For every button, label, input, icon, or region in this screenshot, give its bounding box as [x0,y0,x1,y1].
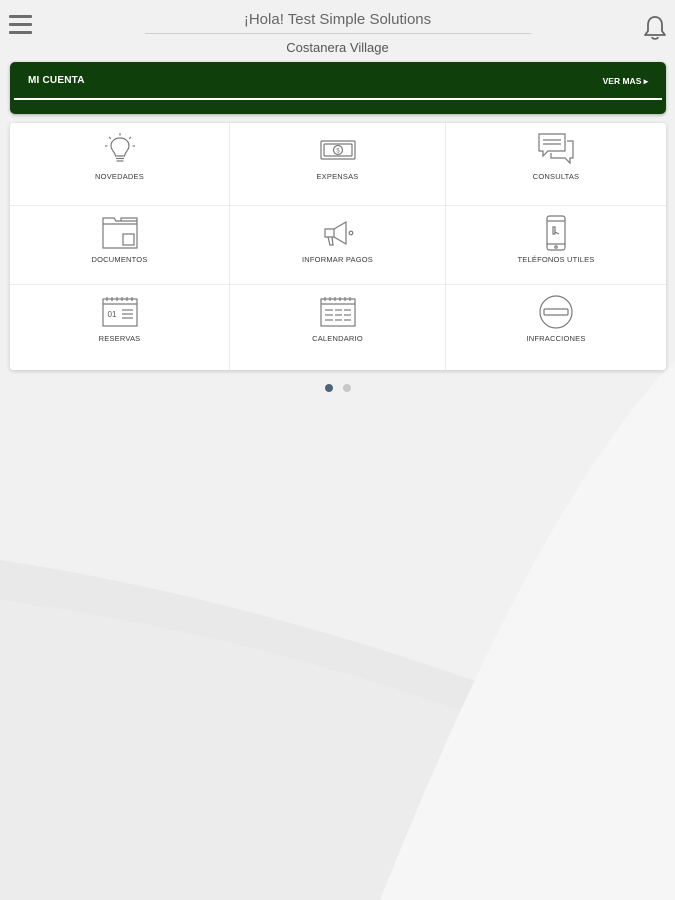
page-indicator [0,379,675,397]
menu-item-label: TELÉFONOS UTILES [517,255,595,264]
menu-grid: NOVEDADES $ EXPENSAS CONSULTAS DOCUMENTO… [10,123,666,370]
greeting-text: ¡Hola! Test Simple Solutions [243,11,432,28]
banknote-icon: $ [319,140,356,160]
phone-icon [546,215,566,251]
account-divider [14,98,662,100]
menu-item-label: DOCUMENTOS [91,255,148,264]
menu-item-expensas[interactable]: $ EXPENSAS [230,123,446,206]
menu-item-label: EXPENSAS [316,172,359,181]
app-header: ¡Hola! Test Simple Solutions Costanera V… [0,0,675,62]
svg-text:01: 01 [107,310,116,319]
page-dot[interactable] [324,384,333,392]
calendar-icon [319,297,356,327]
my-account-bar[interactable]: MI CUENTA VER MAS ▸ [10,62,666,114]
menu-item-informar-pagos[interactable]: INFORMAR PAGOS [230,206,446,285]
menu-item-telefonos-utiles[interactable]: TELÉFONOS UTILES [446,206,666,285]
reservation-calendar-icon: 01 [101,297,138,327]
no-entry-icon [539,295,573,329]
folder-icon [101,217,138,249]
menu-item-documentos[interactable]: DOCUMENTOS [10,206,230,285]
bell-icon[interactable] [641,14,669,42]
menu-item-label: RESERVAS [98,334,141,343]
megaphone-icon [323,220,353,246]
menu-item-infracciones[interactable]: INFRACCIONES [446,285,666,370]
account-title: MI CUENTA [28,75,85,86]
see-more-link[interactable]: VER MAS ▸ [603,76,648,87]
menu-item-label: INFRACCIONES [526,334,586,343]
menu-item-consultas[interactable]: CONSULTAS [446,123,666,206]
menu-item-label: CALENDARIO [312,334,363,343]
page-dot[interactable] [342,384,351,392]
menu-item-label: INFORMAR PAGOS [302,255,373,264]
chat-bubbles-icon [538,133,574,165]
menu-item-label: NOVEDADES [95,172,144,181]
menu-item-calendario[interactable]: CALENDARIO [230,285,446,370]
menu-item-reservas[interactable]: 01 RESERVAS [10,285,230,370]
menu-item-label: CONSULTAS [532,172,580,181]
lightbulb-icon [104,133,135,162]
community-name: Costanera Village [286,40,389,55]
header-divider [145,33,531,34]
menu-item-novedades[interactable]: NOVEDADES [10,123,230,206]
